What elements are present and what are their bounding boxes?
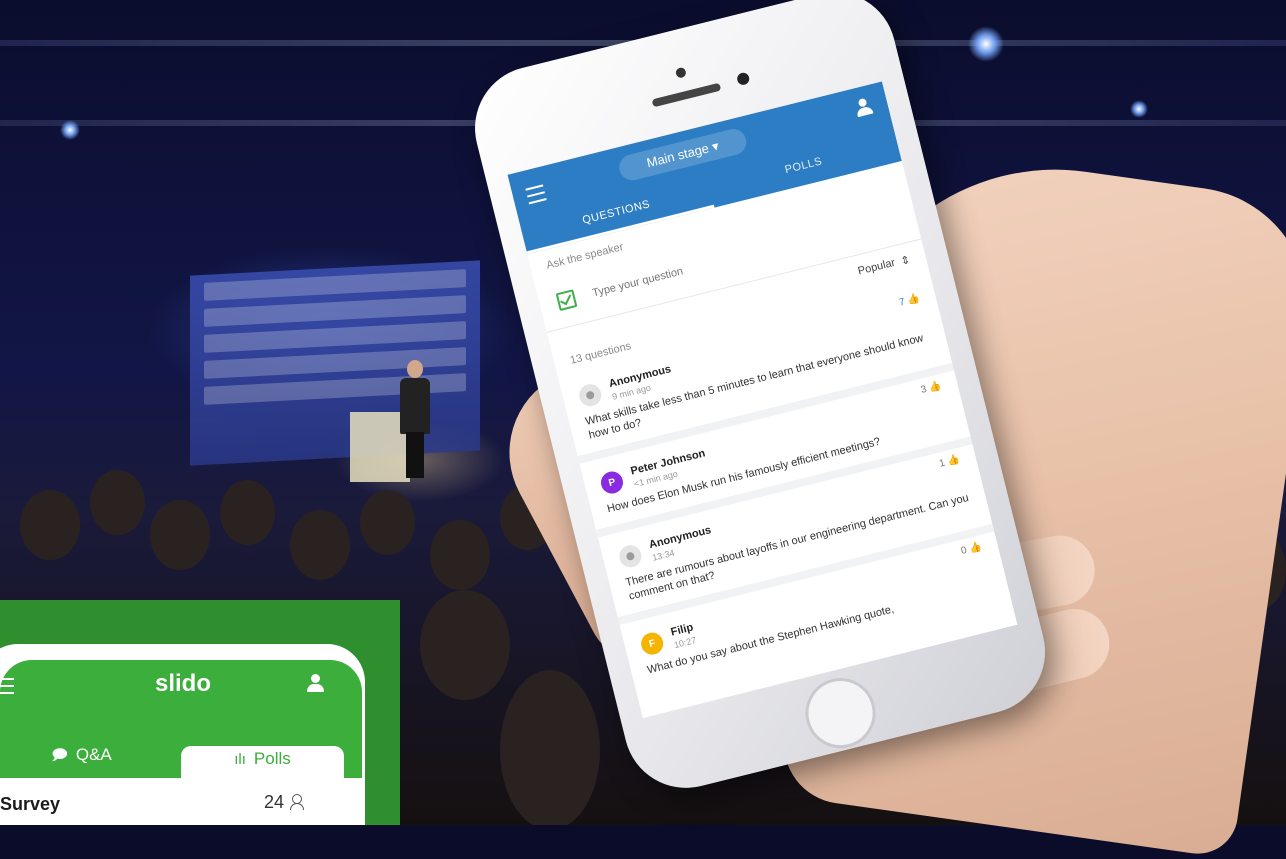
- poll-title[interactable]: Survey: [0, 794, 60, 815]
- slido-tab-bar: 🗩 Q&A ılı Polls: [0, 738, 362, 778]
- stage-label: Main stage: [645, 140, 711, 171]
- chat-icon: 🗩: [51, 747, 68, 764]
- stage-light: [1130, 100, 1148, 118]
- avatar: [617, 542, 644, 570]
- sort-icon: ⇕: [899, 254, 912, 268]
- hamburger-menu-icon[interactable]: [525, 184, 547, 205]
- slido-header: slido 🗩 Q&A ılı Polls: [0, 660, 362, 778]
- avatar: [576, 381, 604, 409]
- bar-chart-icon: ılı: [234, 751, 246, 768]
- slido-preview-card: slido 🗩 Q&A ılı Polls Survey 24: [0, 600, 400, 825]
- stage-light: [60, 120, 80, 140]
- avatar: F: [638, 630, 666, 657]
- projection-screen-left: [190, 260, 480, 466]
- user-icon[interactable]: [854, 97, 874, 118]
- people-icon: [290, 794, 310, 810]
- tab-polls[interactable]: ılı Polls: [181, 746, 344, 778]
- participant-count: 24: [264, 792, 310, 813]
- poll-list: Survey 24: [0, 778, 362, 825]
- compose-icon: [555, 289, 578, 312]
- avatar: P: [598, 469, 626, 496]
- tab-qa[interactable]: 🗩 Q&A: [0, 738, 163, 778]
- chevron-down-icon: ▾: [710, 138, 721, 155]
- user-icon[interactable]: [307, 674, 324, 692]
- speaker: [398, 360, 432, 480]
- brand-title: slido: [154, 670, 211, 697]
- hamburger-menu-icon[interactable]: [0, 678, 14, 694]
- stage-light: [968, 26, 1004, 62]
